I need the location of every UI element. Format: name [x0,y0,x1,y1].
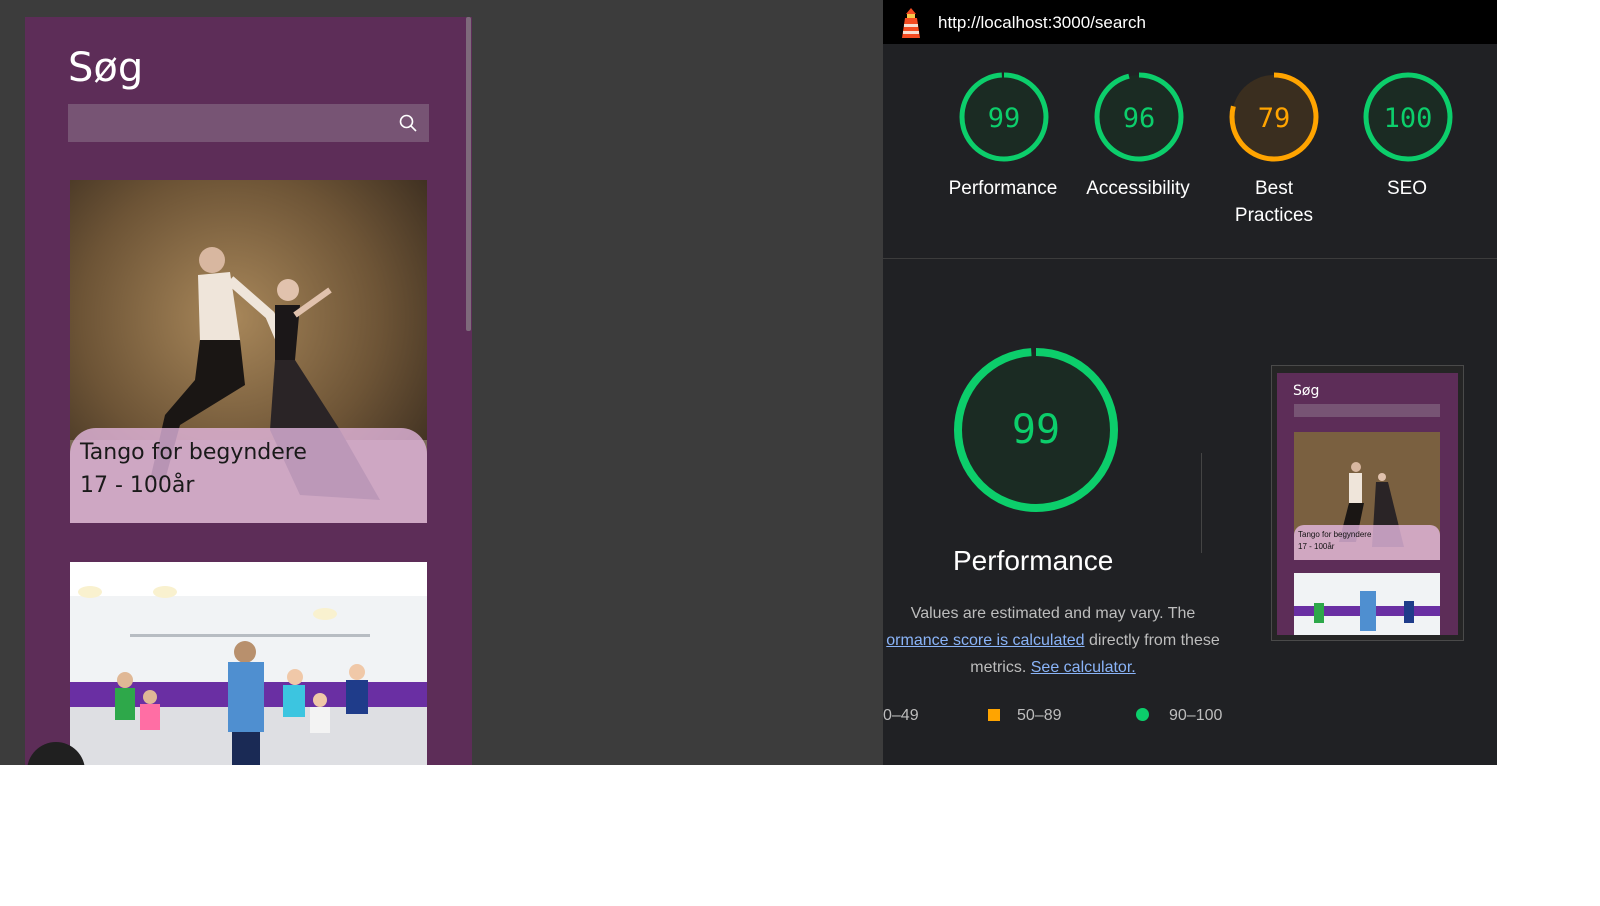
legend-pass-label: 90–100 [1169,707,1223,724]
performance-score-large: 99 [1012,407,1060,453]
gauge-score: 96 [1123,103,1156,134]
thumbnail-caption: Tango for begyndere 17 - 100år [1294,525,1440,560]
thumbnail-kids-photo [1294,573,1440,635]
desc-text-3: metrics. [970,659,1027,676]
gauge-ring: 99 [959,72,1049,162]
performance-title: Performance [953,545,1114,576]
card-caption: Tango for begyndere 17 - 100år [70,428,427,523]
legend-fail: 0–49 [883,707,919,725]
thumbnail-card-title: Tango for begyndere [1298,530,1372,539]
activity-card-kids-dance[interactable] [70,562,427,765]
gauge-ring: 100 [1363,72,1453,162]
gauge-best-practices[interactable]: 79 Best Practices [1228,71,1320,226]
scrollbar-thumb[interactable] [466,17,471,331]
score-description: Values are estimated and may vary. The o… [883,600,1243,681]
thumbnail-card-ages: 17 - 100år [1298,542,1335,551]
pass-circle-icon [1136,708,1149,721]
card-title: Tango for begyndere [80,440,307,465]
gauge-score: 99 [988,103,1021,134]
search-input[interactable] [68,104,429,142]
average-square-icon [988,709,1000,721]
page-title: Søg [68,45,144,91]
gauge-performance[interactable]: 99 Performance [949,71,1057,199]
gauge-accessibility[interactable]: 96 Accessibility [1086,71,1190,199]
legend-pass: 90–100 [1136,707,1222,725]
card-ages: 17 - 100år [80,473,195,498]
gauge-score: 79 [1258,103,1291,134]
score-calculated-link[interactable]: ormance score is calculated [886,632,1084,649]
gauge-ring: 96 [1094,72,1184,162]
gauge-label: SEO [1386,178,1428,199]
lighthouse-report: http://localhost:3000/search 99 Performan… [883,0,1497,765]
gauge-label: Performance [948,178,1058,199]
thumbnail-screen: Søg Tango for begyndere 17 - 100år [1277,373,1458,635]
report-header: http://localhost:3000/search [883,0,1497,44]
gauge-ring: 79 [1229,72,1319,162]
desc-text-2: directly from these [1084,632,1220,649]
legend-fail-label: 0–49 [883,707,919,724]
report-url[interactable]: http://localhost:3000/search [938,13,1146,33]
gauge-seo[interactable]: 100 SEO [1362,71,1454,199]
gauge-label: Accessibility [1086,178,1190,199]
gauge-label: Best Practices [1234,178,1314,226]
mobile-preview: Søg Tango for begyndere 17 - 100år [25,17,472,765]
app-frame: Søg Tango for begyndere 17 - 100år http:… [0,0,1497,765]
see-calculator-link[interactable]: See calculator. [1031,659,1136,676]
search-icon[interactable] [398,113,418,133]
screenshot-thumbnail[interactable]: Søg Tango for begyndere 17 - 100år [1271,365,1464,641]
thumbnail-title: Søg [1293,383,1320,399]
lighthouse-icon [902,8,920,38]
legend-average: 50–89 [988,707,1062,725]
activity-card-tango[interactable]: Tango for begyndere 17 - 100år [70,180,427,523]
legend-average-label: 50–89 [1017,707,1062,724]
desc-text-1: Values are estimated and may vary. The [910,605,1196,622]
kids-dance-photo [70,562,427,765]
divider-vertical [1201,453,1202,553]
thumbnail-search [1294,404,1440,417]
divider [883,258,1497,259]
gauge-score: 100 [1384,103,1433,134]
performance-gauge-large: 99 [954,348,1118,512]
